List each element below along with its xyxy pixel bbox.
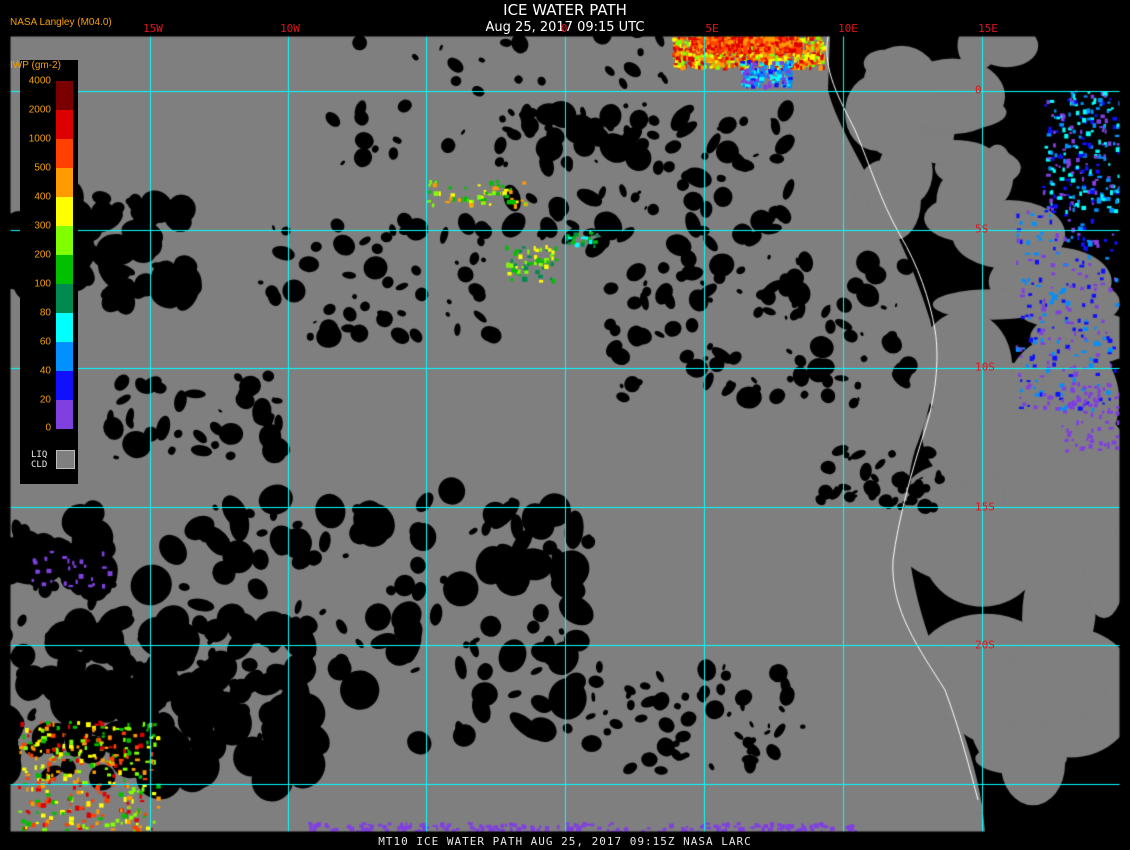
- legend-swatch: [56, 226, 73, 255]
- liquid-cloud-swatch: [56, 450, 75, 469]
- liquid-cloud-label: CLD: [31, 460, 48, 470]
- legend-value: 60: [39, 336, 51, 348]
- lat-label-0: 0: [975, 83, 982, 97]
- lat-label-10s: 10S: [975, 360, 995, 374]
- lat-label-20s: 20S: [975, 638, 995, 652]
- legend-swatch: [56, 400, 73, 429]
- legend-value: 0: [45, 422, 51, 434]
- legend-swatch: [56, 197, 73, 226]
- legend-value: 200: [34, 249, 51, 261]
- lon-label-15e: 15E: [978, 22, 998, 35]
- legend-value: 80: [39, 307, 51, 319]
- legend-value: 1000: [28, 133, 51, 145]
- map-title: ICE WATER PATH: [503, 1, 627, 19]
- footer-caption: MT10 ICE WATER PATH AUG 25, 2017 09:15Z …: [378, 835, 752, 848]
- lat-label-15s: 15S: [975, 500, 995, 514]
- legend-value: 20: [39, 394, 51, 406]
- legend-swatch: [56, 342, 73, 371]
- legend-swatch: [56, 313, 73, 342]
- legend-value: 40: [39, 365, 51, 377]
- ice-water-path-map[interactable]: [0, 0, 1130, 850]
- legend-swatch: [56, 110, 73, 139]
- legend-swatch: [56, 139, 73, 168]
- lat-label-5s: 5S: [975, 222, 989, 236]
- legend-value: 300: [34, 220, 51, 232]
- lon-label-15w: 15W: [143, 22, 163, 35]
- legend-value: 100: [34, 278, 51, 290]
- lon-label-0: 0: [560, 22, 568, 35]
- legend-value: 2000: [28, 104, 51, 116]
- legend-value: 4000: [28, 75, 51, 87]
- color-legend: IWP (gm-2) 4000 2000 1000 500 400 300 20…: [10, 60, 78, 484]
- satellite-map-view: ICE WATER PATH Aug 25, 2017 09:15 UTC NA…: [0, 0, 1130, 850]
- legend-swatch: [56, 168, 73, 197]
- legend-swatch: [56, 371, 73, 400]
- legend-title: IWP (gm-2): [10, 60, 61, 71]
- lon-label-5e: 5E: [705, 22, 719, 35]
- legend-value: 500: [34, 162, 51, 174]
- lon-label-10e: 10E: [838, 22, 858, 35]
- legend-swatch: [56, 81, 73, 110]
- liquid-cloud-label: LIQ: [31, 450, 48, 460]
- legend-value: 400: [34, 191, 51, 203]
- legend-swatch: [56, 255, 73, 284]
- lon-label-10w: 10W: [280, 22, 300, 35]
- legend-swatch: [56, 284, 73, 313]
- data-source-label: NASA Langley (M04.0): [10, 17, 112, 28]
